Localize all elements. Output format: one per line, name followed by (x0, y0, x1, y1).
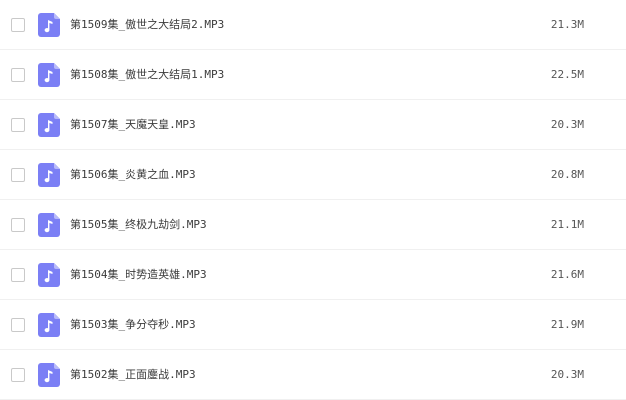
file-name[interactable]: 第1508集_傲世之大结局1.MP3 (70, 68, 224, 82)
file-name[interactable]: 第1503集_争分夺秒.MP3 (70, 318, 196, 332)
row-checkbox[interactable] (11, 217, 25, 232)
file-row[interactable]: 第1507集_天魔天皇.MP3 20.3M (0, 100, 626, 150)
row-checkbox[interactable] (11, 67, 25, 82)
file-row[interactable]: 第1505集_终极九劫剑.MP3 21.1M (0, 200, 626, 250)
audio-file-icon (38, 12, 60, 37)
file-name[interactable]: 第1506集_炎黄之血.MP3 (70, 168, 196, 182)
file-size: 20.3M (550, 367, 584, 381)
row-checkbox[interactable] (11, 267, 25, 282)
file-size: 21.6M (550, 267, 584, 281)
file-name[interactable]: 第1509集_傲世之大结局2.MP3 (70, 18, 224, 32)
file-size: 21.9M (550, 317, 584, 331)
audio-file-icon (38, 362, 60, 387)
file-row[interactable]: 第1506集_炎黄之血.MP3 20.8M (0, 150, 626, 200)
file-size: 22.5M (550, 67, 584, 81)
audio-file-icon (38, 62, 60, 87)
file-name[interactable]: 第1502集_正面鏖战.MP3 (70, 368, 196, 382)
file-size: 21.1M (550, 217, 584, 231)
file-name[interactable]: 第1507集_天魔天皇.MP3 (70, 118, 196, 132)
file-row[interactable]: 第1509集_傲世之大结局2.MP3 21.3M (0, 0, 626, 50)
file-size: 20.8M (550, 167, 584, 181)
file-row[interactable]: 第1502集_正面鏖战.MP3 20.3M (0, 350, 626, 400)
file-size: 21.3M (550, 17, 584, 31)
file-name[interactable]: 第1504集_时势造英雄.MP3 (70, 268, 207, 282)
file-list: 第1509集_傲世之大结局2.MP3 21.3M 第1508集_傲世之大结局1.… (0, 0, 626, 400)
audio-file-icon (38, 112, 60, 137)
file-row[interactable]: 第1504集_时势造英雄.MP3 21.6M (0, 250, 626, 300)
row-checkbox[interactable] (11, 317, 25, 332)
row-checkbox[interactable] (11, 17, 25, 32)
audio-file-icon (38, 212, 60, 237)
row-checkbox[interactable] (11, 167, 25, 182)
file-row[interactable]: 第1503集_争分夺秒.MP3 21.9M (0, 300, 626, 350)
file-name[interactable]: 第1505集_终极九劫剑.MP3 (70, 218, 207, 232)
file-size: 20.3M (550, 117, 584, 131)
file-row[interactable]: 第1508集_傲世之大结局1.MP3 22.5M (0, 50, 626, 100)
row-checkbox[interactable] (11, 367, 25, 382)
audio-file-icon (38, 262, 60, 287)
audio-file-icon (38, 312, 60, 337)
row-checkbox[interactable] (11, 117, 25, 132)
audio-file-icon (38, 162, 60, 187)
